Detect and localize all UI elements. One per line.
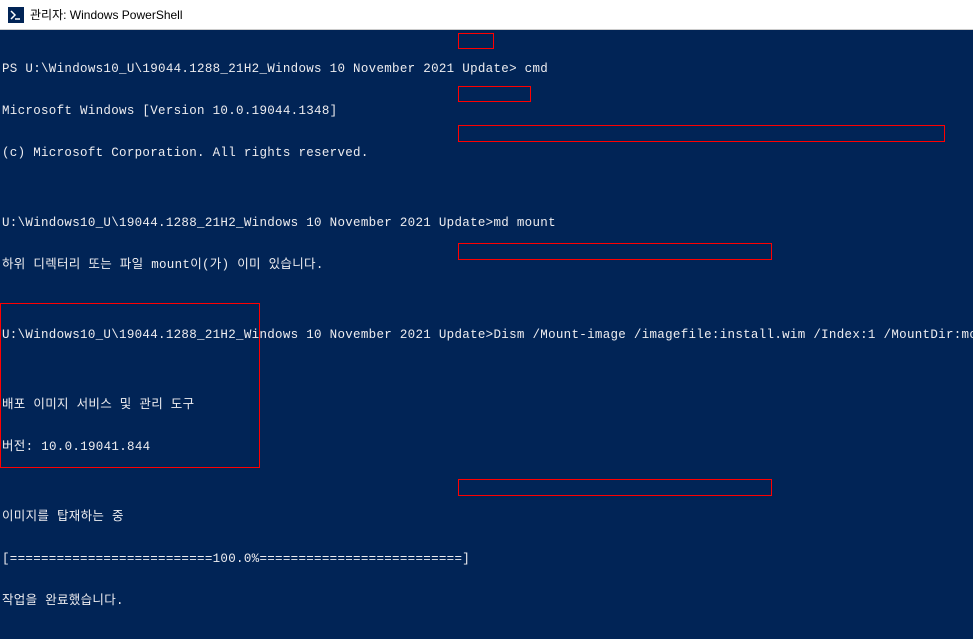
annotation-box-dism-unmount [458,479,772,496]
powershell-window: 관리자: Windows PowerShell PS U:\Windows10_… [0,0,973,639]
terminal-line: 작업을 완료했습니다. [2,594,971,608]
annotation-box-cmd [458,33,494,49]
titlebar[interactable]: 관리자: Windows PowerShell [0,0,973,30]
window-title: 관리자: Windows PowerShell [30,6,183,23]
terminal-line: Microsoft Windows [Version 10.0.19044.13… [2,104,971,118]
terminal-line: 이미지를 탑재하는 중 [2,510,971,524]
terminal-line: 배포 이미지 서비스 및 관리 도구 [2,398,971,412]
terminal-output[interactable]: PS U:\Windows10_U\19044.1288_21H2_Window… [0,30,973,639]
terminal-line: 하위 디렉터리 또는 파일 mount이(가) 이미 있습니다. [2,258,971,272]
terminal-line: (c) Microsoft Corporation. All rights re… [2,146,971,160]
terminal-line: [==========================100.0%=======… [2,552,971,566]
powershell-icon [8,7,24,23]
terminal-line: U:\Windows10_U\19044.1288_21H2_Windows 1… [2,328,971,342]
terminal-line: U:\Windows10_U\19044.1288_21H2_Windows 1… [2,216,971,230]
annotation-box-dism-mount [458,125,945,142]
terminal-line: 버전: 10.0.19041.844 [2,440,971,454]
terminal-line: PS U:\Windows10_U\19044.1288_21H2_Window… [2,62,971,76]
annotation-box-md-mount [458,86,531,102]
